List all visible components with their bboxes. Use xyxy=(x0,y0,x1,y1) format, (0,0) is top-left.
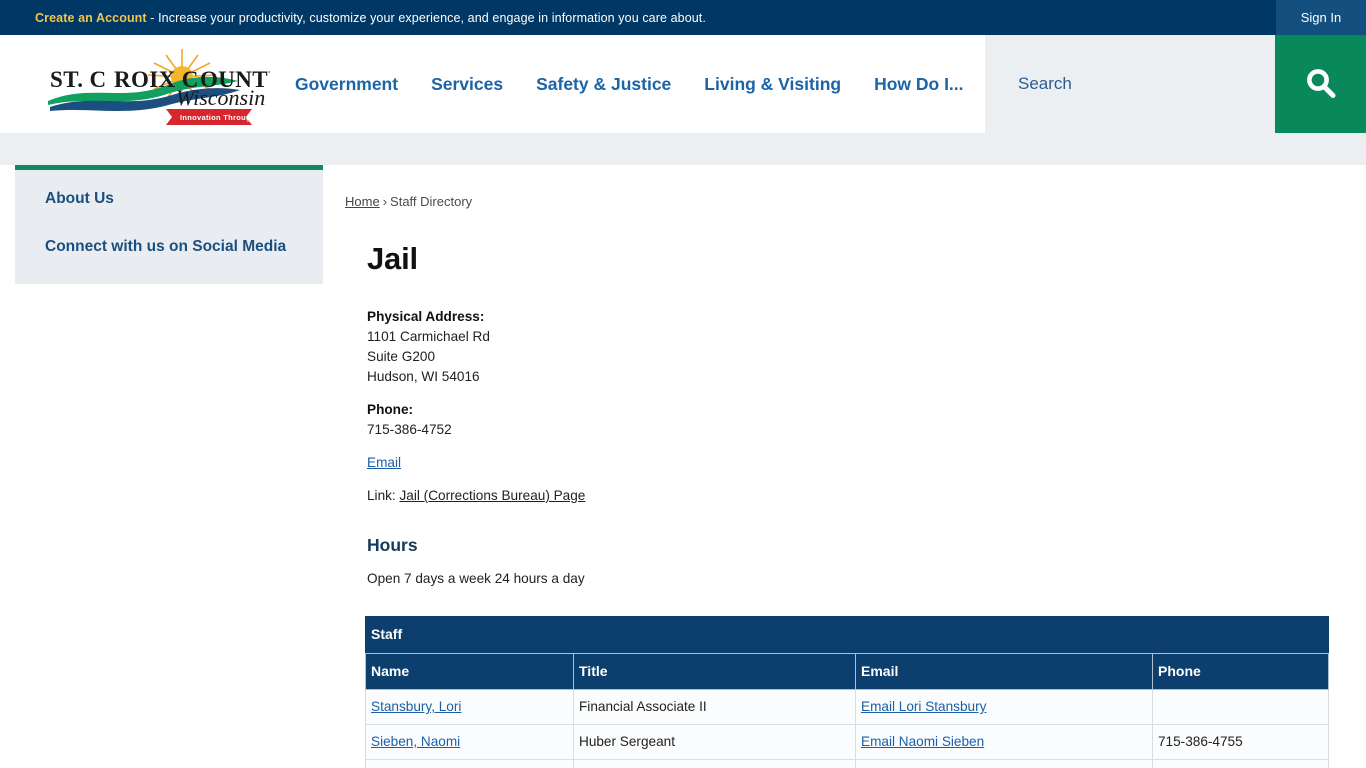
staff-name-link[interactable]: Stansbury, Lori xyxy=(371,699,461,714)
search-button[interactable] xyxy=(1275,35,1366,133)
phone-label: Phone: xyxy=(367,402,414,417)
breadcrumb-current: Staff Directory xyxy=(390,194,473,209)
physical-address-label: Physical Address: xyxy=(367,309,485,324)
cell-email: Email Capt. Kris Anderson xyxy=(855,759,1153,768)
nav-item-living-visiting[interactable]: Living & Visiting xyxy=(704,74,841,95)
breadcrumb: Home › Staff Directory xyxy=(345,165,1346,209)
cell-email: Email Naomi Sieben xyxy=(855,724,1153,760)
address-line-2: Suite G200 xyxy=(367,349,436,364)
site-search xyxy=(985,35,1366,133)
physical-address-block: Physical Address: 1101 Carmichael Rd Sui… xyxy=(367,307,1346,387)
account-promo-message: Create an Account - Increase your produc… xyxy=(0,11,706,25)
search-input[interactable] xyxy=(985,35,1275,133)
link-prefix-label: Link: xyxy=(367,488,396,503)
nav-item-safety-justice[interactable]: Safety & Justice xyxy=(536,74,671,95)
staff-email-link[interactable]: Email Naomi Sieben xyxy=(861,734,984,749)
sidebar-item-about-us[interactable]: About Us xyxy=(45,188,293,210)
promo-text: - Increase your productivity, customize … xyxy=(146,10,706,25)
table-caption: Staff xyxy=(365,616,1329,653)
svg-text:Innovation Through Cooperation: Innovation Through Cooperation xyxy=(180,113,270,122)
create-account-link[interactable]: Create an Account xyxy=(35,11,147,25)
nav-item-how-do-i[interactable]: How Do I... xyxy=(874,74,963,95)
cell-phone xyxy=(1152,689,1329,725)
cell-phone: 715-386-4755 xyxy=(1152,724,1329,760)
phone-block: Phone: 715-386-4752 xyxy=(367,400,1346,440)
sidebar: About Us Connect with us on Social Media xyxy=(15,165,323,284)
table-head: Name Title Email Phone xyxy=(365,653,1329,690)
primary-navigation: Government Services Safety & Justice Liv… xyxy=(295,35,964,133)
staff-name-link[interactable]: Sieben, Naomi xyxy=(371,734,460,749)
hours-heading: Hours xyxy=(367,535,418,555)
email-link[interactable]: Email xyxy=(367,455,401,470)
cell-title: Captain - Jail xyxy=(573,759,856,768)
sign-in-button[interactable]: Sign In xyxy=(1276,0,1366,35)
column-header-name[interactable]: Name xyxy=(365,653,574,690)
address-line-1: 1101 Carmichael Rd xyxy=(367,329,490,344)
breadcrumb-home[interactable]: Home xyxy=(345,194,380,209)
cell-phone xyxy=(1152,759,1329,768)
table-row: Anderson, Kris Captain - Jail Email Capt… xyxy=(365,759,1329,768)
cell-title: Huber Sergeant xyxy=(573,724,856,760)
table-row: Sieben, Naomi Huber Sergeant Email Naomi… xyxy=(365,724,1329,760)
nav-item-government[interactable]: Government xyxy=(295,74,398,95)
corrections-bureau-link[interactable]: Jail (Corrections Bureau) Page xyxy=(400,488,586,503)
email-block: Email xyxy=(367,453,1346,473)
cell-name: Stansbury, Lori xyxy=(365,689,574,725)
site-logo[interactable]: ST. C ROIX C OUNTY Wisconsin Innovation … xyxy=(30,43,305,127)
search-icon xyxy=(1306,69,1335,98)
column-header-phone[interactable]: Phone xyxy=(1152,653,1329,690)
page-title: Jail xyxy=(367,241,418,276)
logo-graphic: ST. C ROIX C OUNTY Wisconsin Innovation … xyxy=(48,49,305,125)
cell-email: Email Lori Stansbury xyxy=(855,689,1153,725)
department-details: Physical Address: 1101 Carmichael Rd Sui… xyxy=(367,307,1346,506)
table-header-row: Name Title Email Phone xyxy=(365,653,1329,690)
sidebar-item-social-media[interactable]: Connect with us on Social Media xyxy=(45,236,293,258)
main-content: Home › Staff Directory Jail Physical Addre… xyxy=(345,165,1346,768)
header-divider xyxy=(0,133,1366,165)
svg-text:ST. C: ST. C xyxy=(50,67,107,92)
top-utility-bar: Create an Account - Increase your produc… xyxy=(0,0,1366,35)
cell-title: Financial Associate II xyxy=(573,689,856,725)
staff-email-link[interactable]: Email Lori Stansbury xyxy=(861,699,986,714)
column-header-email[interactable]: Email xyxy=(855,653,1153,690)
cell-name: Sieben, Naomi xyxy=(365,724,574,760)
breadcrumb-separator: › xyxy=(382,194,388,209)
svg-text:Wisconsin: Wisconsin xyxy=(176,85,265,110)
nav-item-services[interactable]: Services xyxy=(431,74,503,95)
table-body: Stansbury, Lori Financial Associate II E… xyxy=(365,689,1329,768)
address-line-3: Hudson, WI 54016 xyxy=(367,369,480,384)
site-header: ST. C ROIX C OUNTY Wisconsin Innovation … xyxy=(0,35,1366,133)
page-body: About Us Connect with us on Social Media… xyxy=(0,165,1366,768)
phone-value: 715-386-4752 xyxy=(367,422,452,437)
external-link-block: Link: Jail (Corrections Bureau) Page xyxy=(367,486,1346,506)
staff-directory-table: Staff Name Title Email Phone Stansbury, … xyxy=(365,616,1329,768)
cell-name: Anderson, Kris xyxy=(365,759,574,768)
hours-text: Open 7 days a week 24 hours a day xyxy=(367,571,585,586)
column-header-title[interactable]: Title xyxy=(573,653,856,690)
table-row: Stansbury, Lori Financial Associate II E… xyxy=(365,689,1329,725)
